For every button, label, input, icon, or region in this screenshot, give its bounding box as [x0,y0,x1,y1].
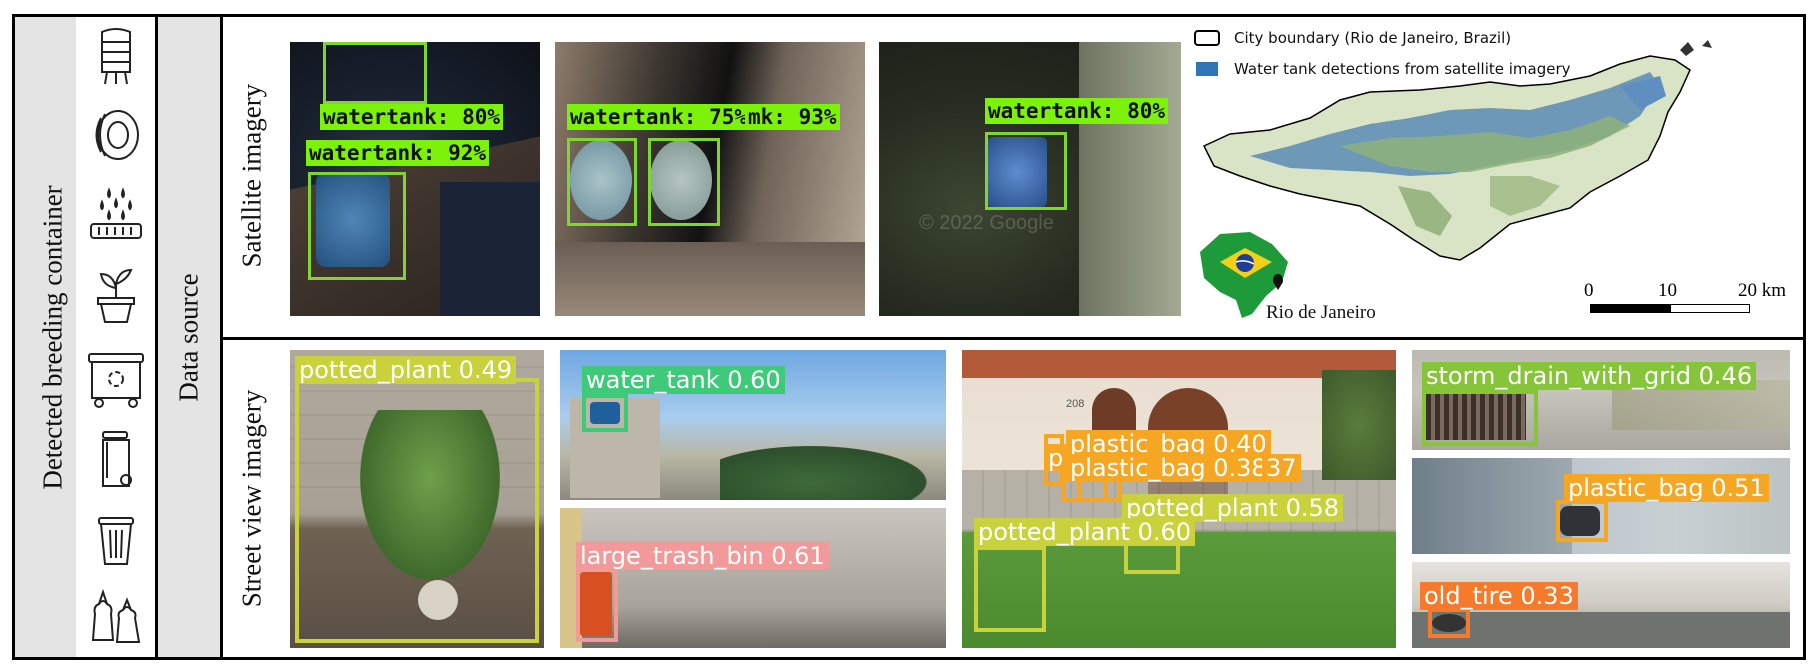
house-number: 208 [1066,398,1085,410]
large-trash-bin-icon [85,348,147,410]
street-image-4: 208 p plastic_bag 0.40 plastic_bag 0.38 … [962,350,1396,648]
detection-label: storm_drain_with_grid 0.46 [1422,362,1757,390]
detection-label: old_tire 0.33 [1420,582,1578,610]
street-image-7: old_tire 0.33 [1412,562,1790,648]
rio-map: City boundary (Rio de Janeiro, Brazil) W… [1190,26,1798,326]
detection-label: potted_plant 0.60 [974,518,1196,546]
potted-plant-icon [85,264,147,326]
scale-label-20: 20 km [1738,280,1787,301]
satellite-tile-2: watertank: 75% mk: 93% [555,42,865,316]
tire-icon [85,104,147,166]
detection-label: 37 [1262,454,1301,482]
legend-detections: Water tank detections from satellite ima… [1234,60,1571,78]
street-image-3: large_trash_bin 0.61 [560,508,946,648]
satellite-tile-1: watertank: 80% watertank: 92% [290,42,540,316]
storm-drain-icon [85,184,147,246]
scale-bar-white [1670,304,1750,313]
detection-label: plastic_bag 0.51 [1564,474,1769,502]
detections-legend-swatch [1196,62,1218,76]
data-source-label: Data source [173,273,204,402]
street-image-2: water_tank 0.60 [560,350,946,500]
street-image-1: potted_plant 0.49 [290,350,544,648]
street-view-imagery-label: Street view imagery [236,389,267,608]
trash-bin-icon [85,428,147,490]
street-image-6: plastic_bag 0.51 [1412,458,1790,554]
scale-bar-black [1590,304,1670,313]
boundary-legend-swatch [1194,30,1220,46]
plastic-bag-icon [85,584,147,646]
detection-label: watertank: 80% [985,98,1169,124]
satellite-imagery-label: Satellite imagery [236,83,267,268]
scale-label-0: 0 [1584,280,1594,301]
detection-label: water_tank 0.60 [582,366,785,394]
detection-label: large_trash_bin 0.61 [576,542,829,570]
street-image-5: storm_drain_with_grid 0.46 [1412,350,1790,450]
water-tower-icon [85,24,147,86]
detection-label: p [1044,444,1068,472]
satellite-tile-3: watertank: 80% © 2022 Google [879,42,1181,316]
detection-label: potted_plant 0.49 [295,356,517,384]
legend-boundary: City boundary (Rio de Janeiro, Brazil) [1234,29,1512,47]
inset-label: Rio de Janeiro [1266,302,1376,323]
detection-label: mk: 93% [745,104,840,130]
detection-label: plastic_bag 0.38 [1066,454,1271,482]
scale-label-10: 10 [1658,280,1677,301]
detection-label: watertank: 75% [567,104,751,130]
small-trash-can-icon [85,508,147,570]
detected-breeding-container-label: Detected breeding container [37,185,68,490]
watermark: © 2022 Google [919,212,1054,234]
detection-label: watertank: 80% [320,104,504,130]
detection-label: watertank: 92% [306,140,490,166]
